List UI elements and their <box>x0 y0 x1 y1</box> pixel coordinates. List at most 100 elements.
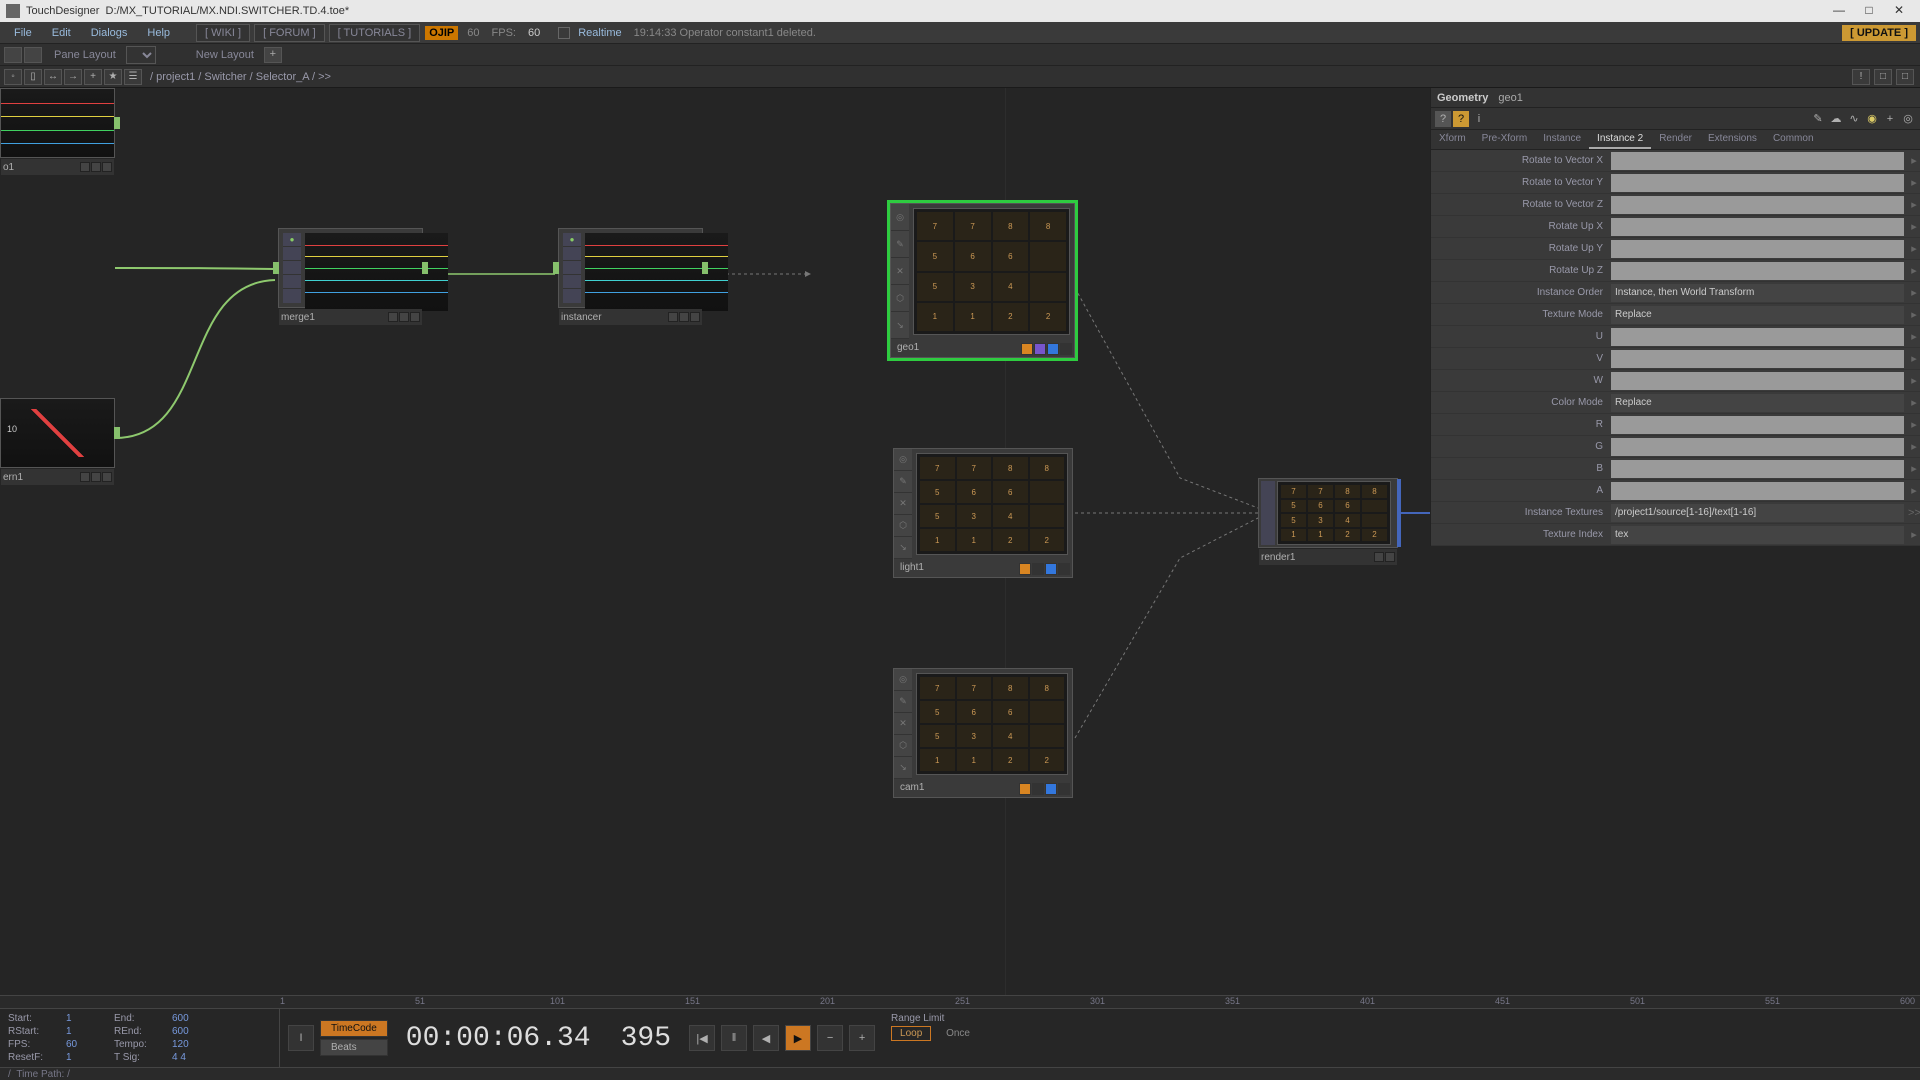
transport-start[interactable]: |◀ <box>689 1025 715 1051</box>
flag-other[interactable] <box>1060 343 1072 355</box>
time-ruler[interactable]: 151101151201251301351401451501551600 <box>0 996 1920 1009</box>
node-light1[interactable]: ◎✎✕⬡↘ 77885665341122 light1 <box>893 448 1073 578</box>
transport-pause[interactable]: ‖ <box>721 1025 747 1051</box>
menu-help[interactable]: Help <box>137 25 180 41</box>
action-nav[interactable]: ↘ <box>891 312 909 339</box>
menu-file[interactable]: File <box>4 25 42 41</box>
param-expand[interactable]: ▸ <box>1908 440 1920 453</box>
param-tab[interactable]: Render <box>1651 130 1700 149</box>
menu-edit[interactable]: Edit <box>42 25 81 41</box>
param-expand[interactable]: ▸ <box>1908 418 1920 431</box>
path-tail-2[interactable]: □ <box>1874 69 1892 85</box>
frame-input-toggle[interactable]: I <box>288 1025 314 1051</box>
new-layout-add[interactable]: + <box>264 47 282 63</box>
connector-out[interactable] <box>702 262 708 274</box>
param-expand[interactable]: ▸ <box>1908 374 1920 387</box>
path-breadcrumb[interactable]: / project1 / Switcher / Selector_A / >> <box>150 71 331 83</box>
transport-play[interactable]: ▶ <box>785 1025 811 1051</box>
path-pin[interactable]: ◦ <box>4 69 22 85</box>
path-tail-3[interactable]: □ <box>1896 69 1914 85</box>
timecode-button[interactable]: TimeCode <box>320 1020 388 1037</box>
param-tab[interactable]: Extensions <box>1700 130 1765 149</box>
action-edit[interactable]: ✎ <box>891 231 909 258</box>
path-select[interactable]: ▯ <box>24 69 42 85</box>
path-tree[interactable]: ☰ <box>124 69 142 85</box>
param-expand[interactable]: >> <box>1908 507 1920 519</box>
param-value[interactable] <box>1611 460 1904 478</box>
param-expand[interactable]: ▸ <box>1908 198 1920 211</box>
param-expand[interactable]: ▸ <box>1908 176 1920 189</box>
node-o1[interactable]: o1 <box>0 88 115 158</box>
param-tab[interactable]: Xform <box>1431 130 1474 149</box>
close-button[interactable]: ✕ <box>1884 3 1914 19</box>
param-expand[interactable]: ▸ <box>1908 286 1920 299</box>
param-tab[interactable]: Common <box>1765 130 1822 149</box>
link-tutorials[interactable]: [ TUTORIALS ] <box>329 24 421 42</box>
add-icon[interactable]: + <box>1882 111 1898 127</box>
node-instancer[interactable]: ● instancer <box>558 228 703 308</box>
once-button[interactable]: Once <box>938 1027 978 1040</box>
param-expand[interactable]: ▸ <box>1908 396 1920 409</box>
pane-btn-2[interactable] <box>24 47 42 63</box>
param-expand[interactable]: ▸ <box>1908 242 1920 255</box>
param-value[interactable] <box>1611 482 1904 500</box>
minimize-button[interactable]: — <box>1824 3 1854 19</box>
lang-icon[interactable]: ∿ <box>1846 111 1862 127</box>
param-value[interactable]: Replace <box>1611 306 1904 324</box>
param-expand[interactable]: ▸ <box>1908 308 1920 321</box>
transport-prev[interactable]: ◀ <box>753 1025 779 1051</box>
comment-icon[interactable]: ☁ <box>1828 111 1844 127</box>
node-viewer[interactable]: 77885665341122 <box>913 208 1070 335</box>
edit-icon[interactable]: ✎ <box>1810 111 1826 127</box>
path-add[interactable]: + <box>84 69 102 85</box>
maximize-button[interactable]: □ <box>1854 3 1884 19</box>
node-ern1[interactable]: 10 ern1 <box>0 398 115 468</box>
param-expand[interactable]: ▸ <box>1908 154 1920 167</box>
node-render1[interactable]: 77885665341122 render1 <box>1258 478 1398 548</box>
path-tail-1[interactable]: ! <box>1852 69 1870 85</box>
param-tab[interactable]: Instance <box>1535 130 1589 149</box>
param-value[interactable] <box>1611 328 1904 346</box>
action-view[interactable]: ◎ <box>891 204 909 231</box>
param-value[interactable] <box>1611 240 1904 258</box>
node-cam1[interactable]: ◎✎✕⬡↘ 77885665341122 cam1 <box>893 668 1073 798</box>
param-value[interactable] <box>1611 262 1904 280</box>
flag-display[interactable] <box>1021 343 1033 355</box>
action-lock[interactable]: ⬡ <box>891 285 909 312</box>
time-path[interactable]: Time Path: / <box>16 1069 70 1080</box>
param-value[interactable] <box>1611 196 1904 214</box>
connector-in[interactable] <box>553 262 559 274</box>
realtime-checkbox[interactable] <box>558 27 570 39</box>
frame-display[interactable]: 395 <box>609 1023 683 1054</box>
connector-out[interactable] <box>422 262 428 274</box>
param-tab[interactable]: Instance 2 <box>1589 130 1651 149</box>
link-wiki[interactable]: [ WIKI ] <box>196 24 250 42</box>
flag-render[interactable] <box>1034 343 1046 355</box>
path-star[interactable]: ★ <box>104 69 122 85</box>
action-bypass[interactable]: ✕ <box>891 258 909 285</box>
ojip-badge[interactable]: OJIP <box>425 26 458 40</box>
param-value[interactable] <box>1611 350 1904 368</box>
connector-out[interactable] <box>114 117 120 129</box>
param-value[interactable]: tex <box>1611 526 1904 544</box>
connector-out[interactable] <box>114 427 120 439</box>
param-value[interactable] <box>1611 372 1904 390</box>
info-icon[interactable]: i <box>1471 111 1487 127</box>
param-value[interactable]: Instance, then World Transform <box>1611 284 1904 302</box>
node-geo1[interactable]: ◎ ✎ ✕ ⬡ ↘ 77885665341122 geo1 <box>890 203 1075 358</box>
param-expand[interactable]: ▸ <box>1908 352 1920 365</box>
flag-pickable[interactable] <box>1047 343 1059 355</box>
menu-dialogs[interactable]: Dialogs <box>81 25 138 41</box>
target-icon[interactable]: ◎ <box>1900 111 1916 127</box>
param-value[interactable] <box>1611 152 1904 170</box>
param-expand[interactable]: ▸ <box>1908 528 1920 541</box>
param-tab[interactable]: Pre-Xform <box>1474 130 1536 149</box>
transport-plus[interactable]: + <box>849 1025 875 1051</box>
param-value[interactable]: Replace <box>1611 394 1904 412</box>
param-expand[interactable]: ▸ <box>1908 484 1920 497</box>
param-expand[interactable]: ▸ <box>1908 220 1920 233</box>
link-forum[interactable]: [ FORUM ] <box>254 24 325 42</box>
param-expand[interactable]: ▸ <box>1908 462 1920 475</box>
param-value[interactable]: /project1/source[1-16]/text[1-16] <box>1611 504 1904 522</box>
pane-layout-dropdown[interactable] <box>126 46 156 64</box>
